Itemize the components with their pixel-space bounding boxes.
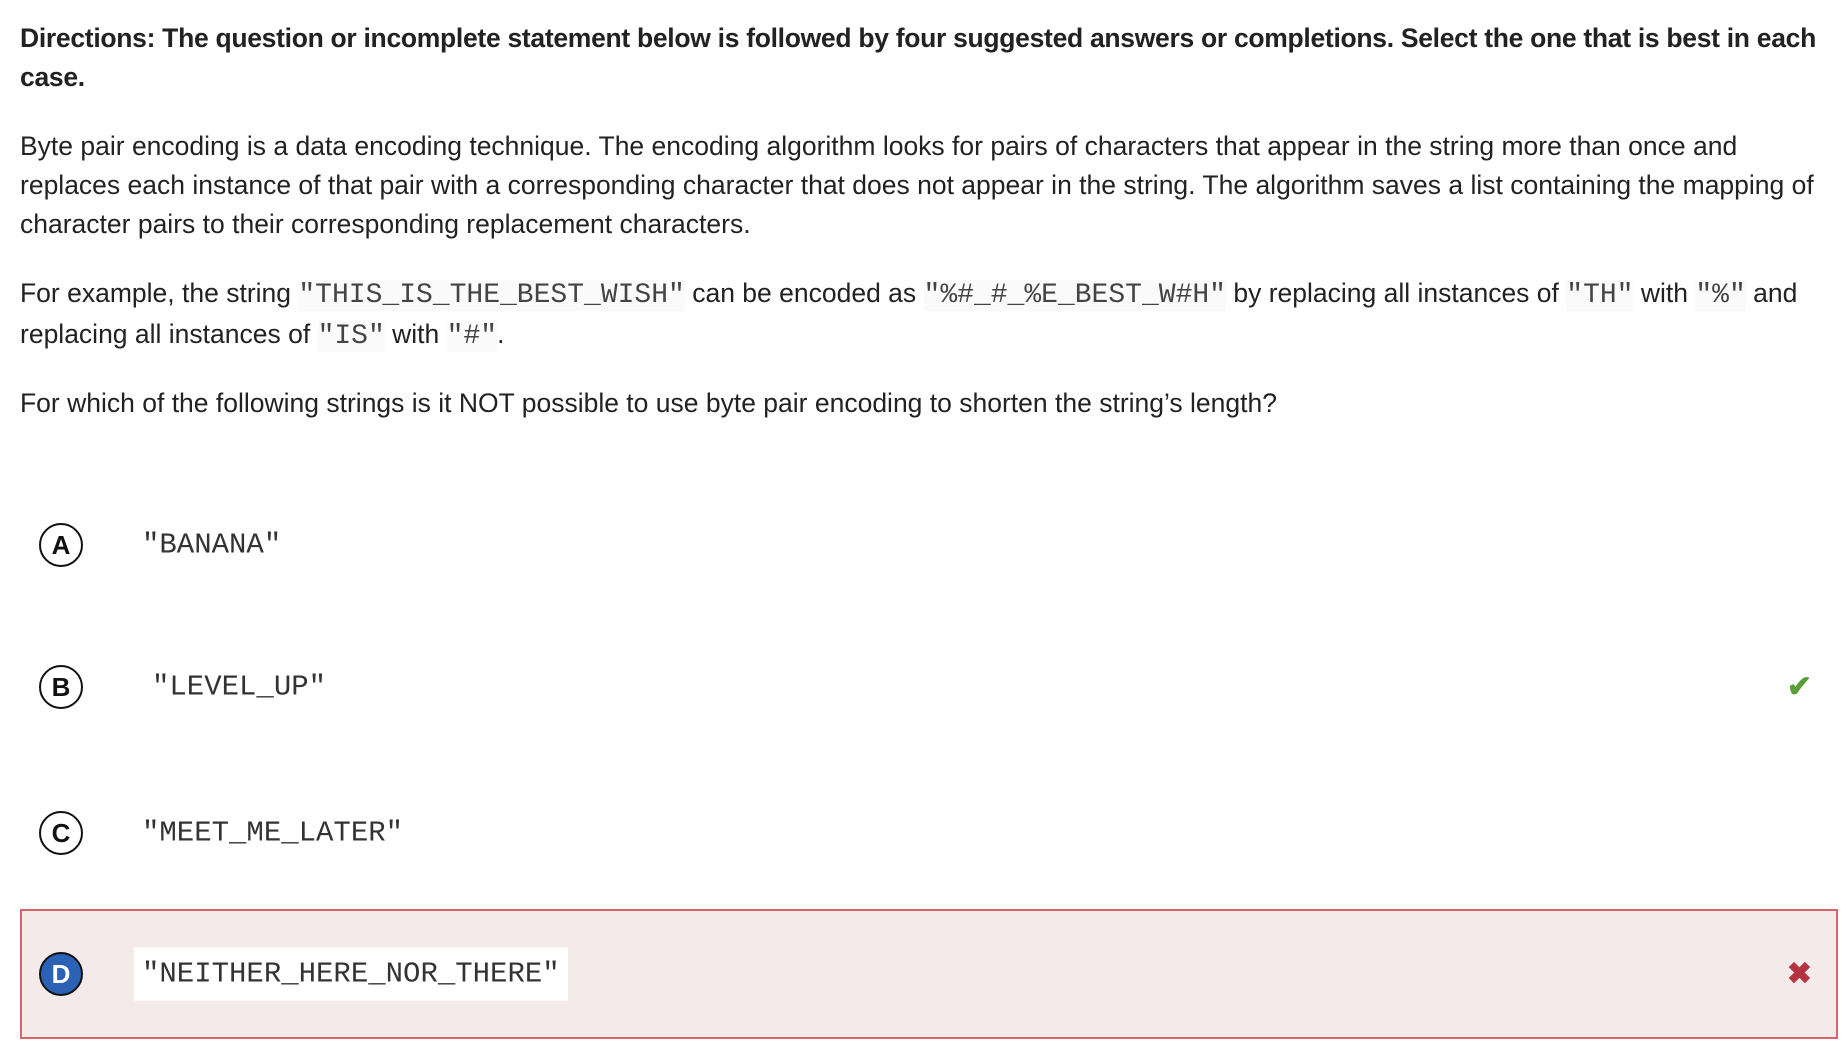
option-text-d: "NEITHER_HERE_NOR_THERE" xyxy=(134,947,568,1001)
option-text-b: "LEVEL_UP" xyxy=(152,670,327,704)
text: with xyxy=(1633,278,1696,308)
code-encoded-string: "%#_#_%E_BEST_W#H" xyxy=(923,280,1226,311)
option-letter-b: B xyxy=(39,665,83,709)
text: . xyxy=(497,319,505,349)
code-percent: "%" xyxy=(1695,280,1746,311)
option-b[interactable]: B "LEVEL_UP" ✔ xyxy=(20,623,1838,751)
code-pair-th: "TH" xyxy=(1566,280,1634,311)
text: with xyxy=(384,319,447,349)
code-pair-is: "IS" xyxy=(317,321,385,352)
option-c[interactable]: C "MEET_ME_LATER" xyxy=(20,769,1838,897)
option-letter-a: A xyxy=(39,523,83,567)
option-text-c: "MEET_ME_LATER" xyxy=(142,816,404,850)
option-letter-d: D xyxy=(39,952,83,996)
question-text: For which of the following strings is it… xyxy=(20,388,1277,418)
text: can be encoded as xyxy=(684,278,924,308)
code-original-string: "THIS_IS_THE_BEST_WISH" xyxy=(298,280,685,311)
text: by replacing all instances of xyxy=(1225,278,1567,308)
directions-text: Directions: The question or incomplete s… xyxy=(20,23,1816,92)
code-hash: "#" xyxy=(446,321,498,352)
option-letter-c: C xyxy=(39,811,83,855)
option-d-selected[interactable]: D "NEITHER_HERE_NOR_THERE" ✖ xyxy=(20,909,1838,1039)
text: For example, the string xyxy=(20,278,299,308)
example-paragraph: For example, the string "THIS_IS_THE_BES… xyxy=(20,274,1820,356)
description-paragraph: Byte pair encoding is a data encoding te… xyxy=(20,131,1814,239)
correct-check-icon: ✔ xyxy=(1786,670,1812,704)
incorrect-x-icon: ✖ xyxy=(1786,957,1812,991)
option-a[interactable]: A "BANANA" xyxy=(20,481,1838,609)
option-text-a: "BANANA" xyxy=(142,528,282,562)
